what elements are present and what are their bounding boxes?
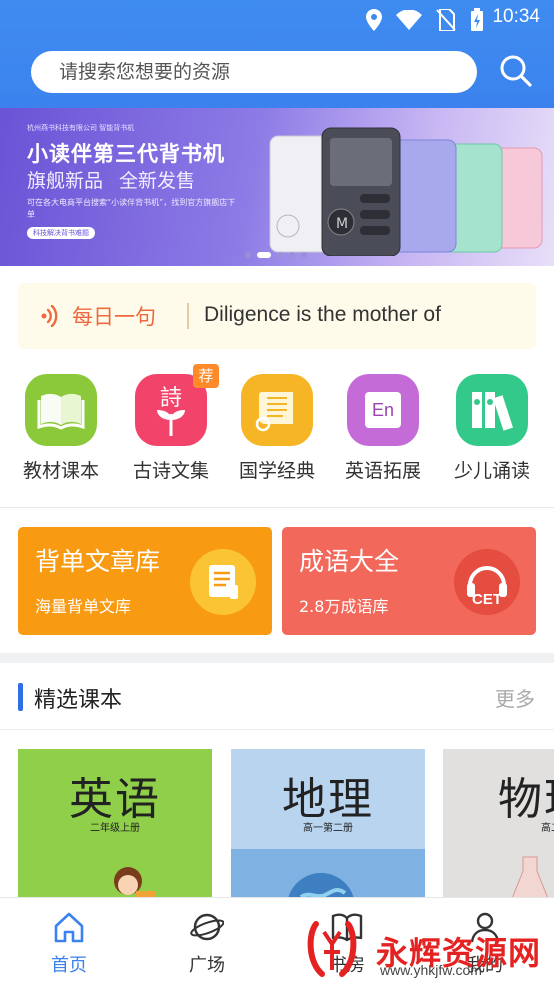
status-bar: 10:34 xyxy=(0,0,554,40)
poetry-icon: 詩 荐 xyxy=(135,364,219,446)
book-card-geography[interactable]: 地理 高一第二册 xyxy=(231,749,425,909)
headphones-icon: CET xyxy=(454,549,520,615)
book-title: 物理 xyxy=(498,774,554,825)
book-grade: 高一第二册 xyxy=(303,823,353,834)
card-title: 成语大全 xyxy=(299,547,400,576)
home-icon xyxy=(54,912,84,943)
card-idiom-collection[interactable]: 成语大全 2.8万成语库 CET xyxy=(282,527,536,635)
status-time: 10:34 xyxy=(492,6,540,27)
banner-company-text: 杭州燕书科技有限公司 智能背书机 xyxy=(27,124,135,132)
pagination-dot[interactable] xyxy=(289,252,295,258)
daily-label: 每日一句 xyxy=(72,305,156,329)
category-label: 英语拓展 xyxy=(344,460,421,482)
card-subtitle: 海量背单文库 xyxy=(35,597,132,616)
header: 10:34 请搜索您想要的资源 xyxy=(0,0,554,108)
promo-banner[interactable]: 杭州燕书科技有限公司 智能背书机 小读伴第三代背书机 旗舰新品 全新发售 可在各… xyxy=(0,108,554,266)
app-screen: 10:34 请搜索您想要的资源 杭州燕书科技有限公司 智能背书机 小读伴第三代背… xyxy=(0,0,554,986)
search-icon[interactable] xyxy=(499,54,533,88)
category-label: 教材课本 xyxy=(22,460,99,482)
nav-square[interactable]: 广场 xyxy=(152,898,262,986)
search-input[interactable]: 请搜索您想要的资源 xyxy=(31,51,477,93)
nav-label: 首页 xyxy=(51,955,87,976)
pagination-dot-active[interactable] xyxy=(257,252,271,258)
document-icon xyxy=(190,549,256,615)
category-label: 国学经典 xyxy=(238,460,315,482)
english-glyph: En xyxy=(365,392,401,428)
status-icons xyxy=(366,8,484,32)
book-grade: 二年级上册 xyxy=(90,823,140,834)
category-textbook[interactable]: 教材课本 xyxy=(7,370,115,483)
pagination-dot[interactable] xyxy=(301,252,307,258)
recommend-badge: 荐 xyxy=(193,364,219,388)
wifi-icon xyxy=(396,10,422,30)
pagination-dot[interactable] xyxy=(277,252,283,258)
book-title: 地理 xyxy=(282,774,374,825)
category-label: 少儿诵读 xyxy=(453,460,530,482)
category-grid: 教材课本 詩 荐 古诗文集 国学经典 En 英语拓展 少儿诵读 xyxy=(0,364,554,500)
section-title: 精选课本 xyxy=(34,688,123,713)
banner-description: 可在各大电商平台搜索“小读伴背书机”，找到官方旗舰店下单 xyxy=(27,198,236,219)
book-grade: 高二第二 xyxy=(541,823,554,834)
daily-sentence-text: Diligence is the mother of xyxy=(204,303,441,326)
banner-tag: 科技解决背书难题 xyxy=(27,227,95,239)
textbook-icon xyxy=(25,374,97,446)
section-divider xyxy=(0,729,554,730)
more-link[interactable]: 更多 xyxy=(495,683,535,712)
category-poetry[interactable]: 詩 荐 古诗文集 xyxy=(117,364,225,483)
category-label: 古诗文集 xyxy=(132,460,209,482)
sound-wave-icon xyxy=(41,305,58,327)
no-sim-icon xyxy=(436,9,456,31)
banner-subtitle-2: 全新发售 xyxy=(119,170,196,192)
scroll-icon xyxy=(255,392,293,432)
battery-charging-icon xyxy=(471,8,483,31)
device-illustration: M xyxy=(269,127,543,256)
banner-subtitle-1: 旗舰新品 xyxy=(27,170,104,192)
section-gap xyxy=(0,653,554,663)
planet-icon xyxy=(190,913,224,941)
nav-label: 广场 xyxy=(189,955,225,976)
banner-title: 小读伴第三代背书机 xyxy=(27,142,225,166)
nav-home[interactable]: 首页 xyxy=(14,898,124,986)
classics-icon xyxy=(241,374,313,446)
book-title: 英语 xyxy=(69,774,161,825)
daily-sentence-bar[interactable]: 每日一句 Diligence is the mother of xyxy=(18,283,536,349)
daily-separator xyxy=(187,303,189,329)
book-card-physics[interactable]: 物理 高二第二 xyxy=(443,749,554,909)
watermark-url: www.yhkjfw.com xyxy=(380,962,482,978)
category-children-reading[interactable]: 少儿诵读 xyxy=(438,370,546,483)
book-icon xyxy=(37,393,85,430)
binders-icon xyxy=(472,392,514,431)
category-english[interactable]: En 英语拓展 xyxy=(329,370,437,483)
children-reading-icon xyxy=(456,374,528,446)
card-subtitle: 2.8万成语库 xyxy=(299,597,389,616)
category-classics[interactable]: 国学经典 xyxy=(223,370,331,483)
section-accent-bar xyxy=(18,683,23,711)
svg-text:M: M xyxy=(336,216,348,232)
card-title: 背单文章库 xyxy=(35,547,161,576)
pagination-dot[interactable] xyxy=(245,252,251,258)
book-card-english[interactable]: 英语 二年级上册 xyxy=(18,749,212,909)
cet-label: CET xyxy=(472,591,502,608)
location-icon xyxy=(366,9,382,31)
english-icon: En xyxy=(347,374,419,446)
card-word-library[interactable]: 背单文章库 海量背单文库 xyxy=(18,527,272,635)
banner-pagination xyxy=(245,252,307,258)
